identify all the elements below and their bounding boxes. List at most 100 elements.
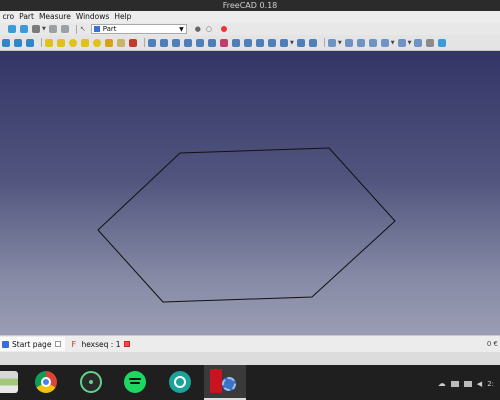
atom-icon[interactable] [80,371,102,393]
part-boolean-icon[interactable] [344,38,353,47]
tab-start-page[interactable]: Start page [0,337,66,351]
part-common-icon[interactable] [380,38,389,47]
battery-icon[interactable] [463,380,472,387]
part-cylinder-icon[interactable] [57,38,65,47]
part-join-icon[interactable] [397,38,406,47]
part-fuse-icon[interactable] [368,38,377,47]
record-macro-icon[interactable]: ● [195,25,201,33]
pointer-icon[interactable]: ↖ [80,25,86,33]
freecad-document-icon: F [71,339,77,349]
start-page-icon [2,340,9,348]
shutter-aperture-icon [174,376,186,388]
part-mirror-icon[interactable] [172,38,180,47]
part-offset-icon[interactable] [280,38,288,47]
workbench-toolbar: ▼ ↖ Part ▼ ● ○ [0,23,500,35]
part-torus-icon[interactable] [93,38,101,47]
toolbar-separator [323,38,325,47]
hexagon-sketch[interactable] [97,147,396,303]
part-fillet-icon[interactable] [184,38,192,47]
menu-help[interactable]: Help [112,11,134,23]
spotify-wave-icon [129,378,141,380]
fit-selection-icon[interactable] [14,38,22,47]
view-cube-icon[interactable] [32,25,40,33]
window-title: FreeCAD 0.18 [222,1,278,10]
tab-label: hexseq : 1 [81,339,121,349]
menu-part[interactable]: Part [17,11,37,23]
part-section-icon[interactable] [256,38,264,47]
part-check-geometry-icon[interactable] [426,38,435,47]
part-compound-icon[interactable] [327,38,336,47]
part-cut-icon[interactable] [356,38,365,47]
macro-step-icon[interactable]: ○ [206,25,212,33]
menu-bar: cro Part Measure Windows Help [0,11,500,23]
close-icon[interactable] [55,341,62,347]
std-view-icon[interactable] [8,25,16,33]
view-isometric-icon[interactable] [26,38,34,47]
part-revolve-icon[interactable] [160,38,168,47]
status-text: 0 € [486,340,498,348]
toolbar-separator [75,24,77,34]
shutter-icon[interactable] [169,371,191,393]
part-cross-sections-icon[interactable] [268,38,276,47]
std-view-2-icon[interactable] [20,25,28,33]
desktop-taskbar: ☁ ◀ 2: [0,365,500,400]
system-tray: ☁ ◀ 2: [438,379,494,388]
part-workbench-icon [93,26,100,32]
atom-nucleus-icon [89,380,93,384]
menu-macro[interactable]: cro [0,11,17,23]
spotify-icon[interactable] [124,371,146,393]
part-cone-icon[interactable] [81,38,89,47]
bounding-box-icon[interactable] [60,25,69,33]
part-tools-toolbar: ▼ ▼ ▼ ▼ [0,35,500,51]
part-sweep-icon[interactable] [244,38,252,47]
part-make-face-icon[interactable] [208,38,216,47]
status-bar [0,352,500,365]
menu-measure[interactable]: Measure [36,11,73,23]
part-ruled-surface-icon[interactable] [220,38,228,47]
chrome-center-icon [41,377,51,387]
volume-icon[interactable]: ◀ [477,380,482,388]
3d-viewport[interactable] [0,51,500,335]
clock[interactable]: 2: [487,380,494,388]
chevron-down-icon[interactable]: ▼ [42,26,46,32]
cloud-icon[interactable]: ☁ [438,379,446,388]
tab-hexseq[interactable]: F hexseq : 1 [69,337,134,351]
close-icon[interactable] [124,341,131,347]
part-shape-builder-icon[interactable] [129,38,137,47]
freecad-taskbar-item[interactable] [204,365,246,400]
chevron-down-icon: ▼ [179,25,184,33]
tab-label: Start page [12,339,52,349]
part-primitives-icon[interactable] [117,38,125,47]
stop-macro-icon[interactable] [220,26,227,32]
part-box-icon[interactable] [45,38,53,47]
measure-linear-icon[interactable] [438,38,447,47]
sketch-canvas [97,147,396,303]
fit-all-icon[interactable] [2,38,10,47]
part-loft-icon[interactable] [232,38,240,47]
workbench-selector[interactable]: Part ▼ [90,24,187,34]
file-manager-icon[interactable] [0,371,18,393]
chevron-down-icon[interactable]: ▼ [290,40,294,46]
draw-style-icon[interactable] [48,25,57,33]
part-sphere-icon[interactable] [69,38,77,47]
toolbar-separator [144,38,145,47]
chevron-down-icon[interactable]: ▼ [408,40,412,46]
menu-windows[interactable]: Windows [73,11,111,23]
part-projection-icon[interactable] [308,38,317,47]
chevron-down-icon[interactable]: ▼ [391,40,395,46]
spotify-wave-icon [130,382,140,384]
toolbar-separator [41,38,42,47]
network-icon[interactable] [450,380,459,387]
chevron-down-icon[interactable]: ▼ [338,40,342,46]
part-thickness-icon[interactable] [296,38,305,47]
part-tube-icon[interactable] [105,38,113,47]
freecad-logo-icon [210,369,222,393]
freecad-gear-icon [222,377,236,391]
workbench-selector-label: Part [102,25,117,33]
document-tab-bar: Start page F hexseq : 1 0 € [0,335,500,352]
part-extrude-icon[interactable] [148,38,156,47]
part-chamfer-icon[interactable] [196,38,204,47]
part-split-icon[interactable] [414,38,423,47]
window-title-bar: FreeCAD 0.18 [0,0,500,11]
chrome-icon[interactable] [35,371,57,393]
